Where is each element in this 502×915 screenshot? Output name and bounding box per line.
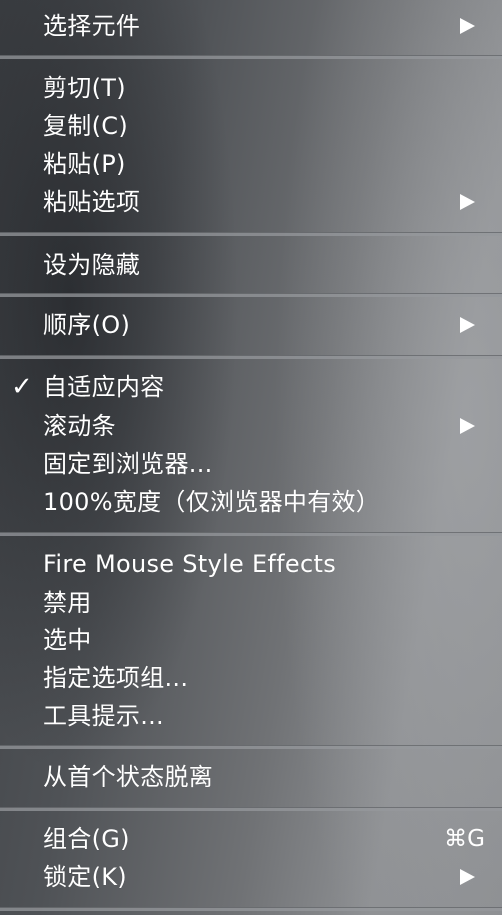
menu-separator [0, 745, 502, 749]
menu-item-label: 自适应内容 [43, 373, 165, 401]
menu-item-label: Fire Mouse Style Effects [43, 550, 337, 578]
menu-item-fit-content[interactable]: ✓ 自适应内容 [0, 368, 502, 406]
menu-item-label: 组合(G) [43, 825, 130, 853]
context-menu: 选择元件 剪切(T) 复制(C) 粘贴(P) 粘贴选项 设为隐藏 顺序(O) ✓… [0, 0, 502, 915]
menu-item-label: 100%宽度（仅浏览器中有效） [43, 488, 381, 516]
menu-item-full-width[interactable]: 100%宽度（仅浏览器中有效） [0, 483, 502, 521]
submenu-arrow-icon [460, 18, 475, 34]
menu-separator [0, 355, 502, 359]
menu-item-paste-options[interactable]: 粘贴选项 [0, 183, 502, 221]
menu-item-label: 顺序(O) [43, 311, 131, 339]
submenu-arrow-icon [460, 869, 475, 885]
menu-item-label: 选择元件 [43, 12, 141, 40]
menu-item-scrollbar[interactable]: 滚动条 [0, 407, 502, 445]
menu-item-select-component[interactable]: 选择元件 [0, 7, 502, 45]
submenu-arrow-icon [460, 418, 475, 434]
menu-item-lock[interactable]: 锁定(K) [0, 858, 502, 896]
menu-item-label: 粘贴选项 [43, 188, 141, 216]
menu-item-detach-from-first-state[interactable]: 从首个状态脱离 [0, 758, 502, 796]
menu-item-label: 固定到浏览器... [43, 450, 213, 478]
menu-item-assign-option-group[interactable]: 指定选项组... [0, 659, 502, 697]
menu-separator [0, 532, 502, 536]
menu-separator [0, 232, 502, 236]
menu-item-label: 滚动条 [43, 412, 116, 440]
menu-separator [0, 293, 502, 297]
menu-item-label: 设为隐藏 [43, 251, 141, 279]
menu-item-paste[interactable]: 粘贴(P) [0, 145, 502, 183]
menu-item-label: 指定选项组... [43, 664, 189, 692]
menu-separator [0, 55, 502, 59]
menu-item-disable[interactable]: 禁用 [0, 584, 502, 622]
menu-item-fire-mouse-style-effects[interactable]: Fire Mouse Style Effects [0, 545, 502, 583]
menu-item-label: 粘贴(P) [43, 150, 126, 178]
checkmark-icon: ✓ [11, 372, 33, 402]
menu-item-label: 从首个状态脱离 [43, 763, 214, 791]
menu-separator [0, 807, 502, 811]
menu-item-group[interactable]: 组合(G) ⌘G [0, 820, 502, 858]
menu-item-label: 选中 [43, 626, 92, 654]
menu-item-copy[interactable]: 复制(C) [0, 107, 502, 145]
menu-separator [0, 907, 502, 911]
menu-item-pin-to-browser[interactable]: 固定到浏览器... [0, 445, 502, 483]
submenu-arrow-icon [460, 194, 475, 210]
menu-item-selected[interactable]: 选中 [0, 621, 502, 659]
menu-item-label: 复制(C) [43, 112, 128, 140]
menu-item-label: 剪切(T) [43, 74, 126, 102]
menu-item-label: 锁定(K) [43, 863, 127, 891]
menu-item-order[interactable]: 顺序(O) [0, 306, 502, 344]
menu-item-label: 禁用 [43, 589, 92, 617]
menu-item-tooltip[interactable]: 工具提示... [0, 697, 502, 735]
keyboard-shortcut: ⌘G [444, 826, 485, 852]
menu-item-label: 工具提示... [43, 702, 164, 730]
menu-item-cut[interactable]: 剪切(T) [0, 69, 502, 107]
submenu-arrow-icon [460, 317, 475, 333]
menu-item-set-hidden[interactable]: 设为隐藏 [0, 246, 502, 284]
